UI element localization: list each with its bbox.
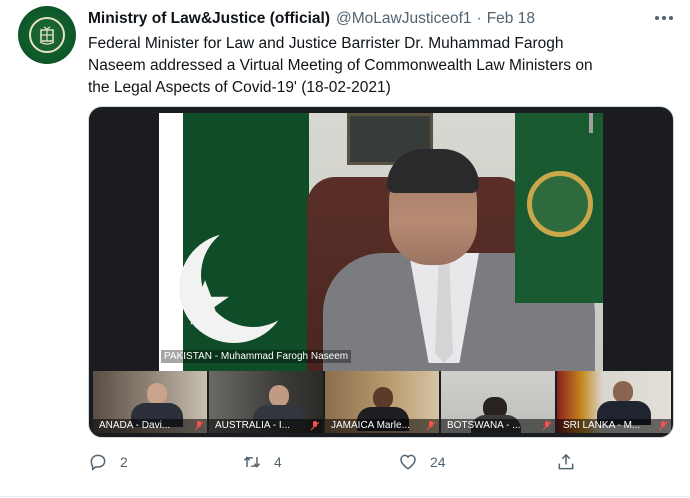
tweet-text-line: Naseem addressed a Virtual Meeting of Co… <box>88 57 593 74</box>
tweet-card[interactable]: Ministry of Law&Justice (official) @MoLa… <box>0 0 690 498</box>
tweet-divider <box>0 496 690 497</box>
like-count: 24 <box>430 454 446 470</box>
participant-label: BOTSWANA - ... <box>441 419 555 433</box>
participant-label: JAMAICA Marle... <box>325 419 439 433</box>
tweet-actions: 2 4 24 <box>88 450 588 474</box>
ministry-emblem-icon <box>29 17 65 53</box>
heart-icon <box>400 454 416 470</box>
participant-tile: AUSTRALIA - I... <box>209 371 323 433</box>
star-icon <box>181 280 229 325</box>
more-options-icon[interactable] <box>652 8 676 28</box>
participant-label: ANADA - Davi... <box>93 419 207 433</box>
like-button[interactable]: 24 <box>398 450 446 474</box>
tweet-text-line: the Legal Aspects of Covid-19' (18-02-20… <box>88 79 391 96</box>
share-button[interactable] <box>556 450 576 474</box>
participant-tile: SRI LANKA - M... <box>557 371 671 433</box>
tweet-text-line: Federal Minister for Law and Justice Bar… <box>88 35 564 52</box>
mic-muted-icon <box>427 421 435 431</box>
main-speaker-label: PAKISTAN - Muhammad Farogh Naseem <box>161 350 352 363</box>
participant-strip: ANADA - Davi... AUSTRALIA - I... JAMAICA… <box>93 371 671 433</box>
participant-tile: JAMAICA Marle... <box>325 371 439 433</box>
mic-muted-icon <box>659 421 667 431</box>
author-handle[interactable]: @MoLawJusticeof1 <box>336 10 472 28</box>
participant-tile: BOTSWANA - ... <box>441 371 555 433</box>
mic-muted-icon <box>543 421 551 431</box>
retweet-icon <box>243 456 261 468</box>
ministry-flag <box>515 113 603 303</box>
reply-count: 2 <box>120 454 128 470</box>
reply-button[interactable]: 2 <box>88 450 128 474</box>
retweet-count: 4 <box>274 454 282 470</box>
profile-avatar[interactable] <box>18 6 76 64</box>
main-video-feed <box>159 113 603 371</box>
participant-tile: ANADA - Davi... <box>93 371 207 433</box>
separator-dot: · <box>476 10 482 27</box>
participant-label: SRI LANKA - M... <box>557 419 671 433</box>
reply-icon <box>90 454 106 471</box>
tweet-header: Ministry of Law&Justice (official) @MoLa… <box>88 10 535 30</box>
share-icon <box>558 453 574 470</box>
tweet-text: Federal Minister for Law and Justice Bar… <box>88 33 678 99</box>
participant-label: AUSTRALIA - I... <box>209 419 323 433</box>
tweet-date[interactable]: Feb 18 <box>487 10 535 28</box>
mic-muted-icon <box>311 421 319 431</box>
tweet-media-image[interactable]: PAKISTAN - Muhammad Farogh Naseem ANADA … <box>88 106 674 438</box>
mic-muted-icon <box>195 421 203 431</box>
author-name[interactable]: Ministry of Law&Justice (official) <box>88 10 330 28</box>
retweet-button[interactable]: 4 <box>242 450 282 474</box>
pakistan-flag <box>159 113 309 371</box>
